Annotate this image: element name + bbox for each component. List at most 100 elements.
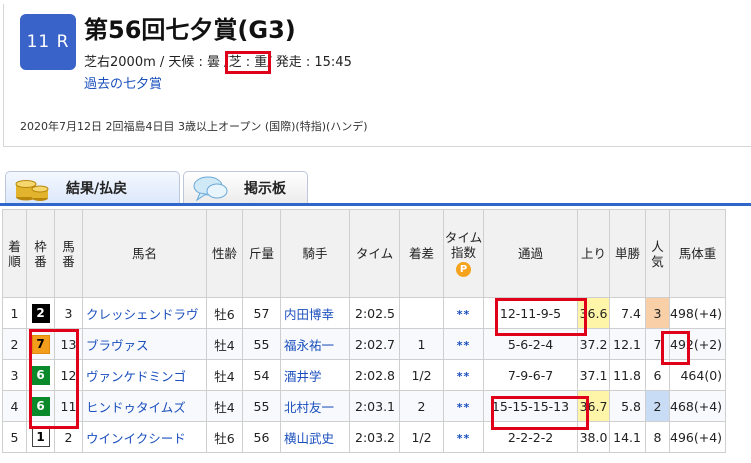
rank: 3 [2, 359, 27, 391]
umaban: 12 [54, 359, 83, 391]
time-index[interactable]: ** [443, 359, 484, 391]
popularity: 8 [645, 421, 670, 453]
rank: 5 [2, 421, 27, 453]
race-conditions: 芝右2000m / 天候 : 曇 /芝 : 重/ 発走 : 15:45 [84, 51, 352, 74]
kinryo: 55 [242, 328, 281, 360]
speech-bubble-icon [190, 174, 230, 202]
col-time-index: タイム 指数 P [443, 209, 484, 298]
col-last3f: 上り [577, 209, 610, 298]
horse-name-link[interactable]: ブラヴァス [82, 328, 207, 360]
col-margin: 着差 [399, 209, 444, 298]
rank: 4 [2, 390, 27, 422]
table-row: 4 6 11 ヒンドゥタイムズ 牡4 55 北村友一 2:03.1 2 ** 1… [2, 390, 727, 422]
sex-age: 牡4 [206, 328, 243, 360]
passing-order: 2-2-2-2 [483, 421, 578, 453]
col-horse-weight: 馬体重 [668, 209, 727, 298]
popularity: 2 [645, 390, 670, 422]
passing-order: 15-15-15-13 [483, 390, 578, 422]
horse-weight: 492(+2) [668, 328, 727, 360]
col-rank: 着順 [2, 209, 27, 298]
jockey-link[interactable]: 福永祐一 [280, 328, 350, 360]
tab-results-label: 結果/払戻 [66, 180, 128, 197]
horse-weight: 468(+4) [668, 390, 727, 422]
umaban: 3 [54, 297, 83, 329]
last-3f: 36.7 [577, 390, 610, 422]
table-row: 1 2 3 クレッシェンドラヴ 牡6 57 内田博幸 2:02.5 ** 12-… [2, 297, 727, 329]
odds: 11.8 [609, 359, 646, 391]
kinryo: 55 [242, 390, 281, 422]
time-index[interactable]: ** [443, 297, 484, 329]
popularity: 3 [645, 297, 670, 329]
col-waku: 枠番 [26, 209, 55, 298]
passing-order: 7-9-6-7 [483, 359, 578, 391]
race-title: 第56回七夕賞(G3) [84, 16, 296, 44]
race-number-badge: 11 R [20, 14, 76, 70]
kinryo: 56 [242, 421, 281, 453]
waku-badge: 2 [31, 303, 50, 323]
umaban: 2 [54, 421, 83, 453]
horse-name-link[interactable]: ヴァンケドミンゴ [82, 359, 207, 391]
finish-time: 2:02.8 [349, 359, 400, 391]
table-row: 5 1 2 ウインイクシード 牡6 56 横山武史 2:03.2 1/2 ** … [2, 421, 727, 453]
jockey-link[interactable]: 酒井学 [280, 359, 350, 391]
horse-weight: 496(+4) [668, 421, 727, 453]
odds: 14.1 [609, 421, 646, 453]
waku-cell: 1 [26, 421, 55, 453]
umaban: 11 [54, 390, 83, 422]
col-kinryo: 斤量 [242, 209, 281, 298]
race-start-time: / 発走 : 15:45 [267, 55, 352, 70]
waku-cell: 7 [26, 328, 55, 360]
col-passing: 通過 [483, 209, 578, 298]
time-index[interactable]: ** [443, 421, 484, 453]
horse-name-link[interactable]: ヒンドゥタイムズ [82, 390, 207, 422]
tab-board[interactable]: 掲示板 [183, 171, 308, 203]
rank: 1 [2, 297, 27, 329]
waku-badge: 1 [31, 427, 50, 447]
umaban: 13 [54, 328, 83, 360]
jockey-link[interactable]: 内田博幸 [280, 297, 350, 329]
table-header-row: 着順 枠番 馬番 馬名 性齢 斤量 騎手 タイム 着差 タイム 指数 P 通過 上り… [2, 209, 727, 298]
horse-weight: 498(+4) [668, 297, 727, 329]
finish-time: 2:03.1 [349, 390, 400, 422]
col-jockey: 騎手 [280, 209, 350, 298]
tab-results[interactable]: 結果/払戻 [5, 171, 180, 203]
sex-age: 牡4 [206, 359, 243, 391]
tab-board-label: 掲示板 [244, 180, 286, 197]
popularity: 7 [645, 328, 670, 360]
waku-badge: 7 [31, 334, 50, 354]
horse-name-link[interactable]: クレッシェンドラヴ [82, 297, 207, 329]
margin: 2 [399, 390, 444, 422]
waku-cell: 6 [26, 390, 55, 422]
time-index[interactable]: ** [443, 328, 484, 360]
table-row: 3 6 12 ヴァンケドミンゴ 牡4 54 酒井学 2:02.8 1/2 ** … [2, 359, 727, 391]
col-umaban: 馬番 [54, 209, 83, 298]
horse-name-link[interactable]: ウインイクシード [82, 421, 207, 453]
premium-badge-icon[interactable]: P [456, 262, 471, 277]
col-odds: 単勝 [609, 209, 646, 298]
finish-time: 2:02.5 [349, 297, 400, 329]
popularity: 6 [645, 359, 670, 391]
kinryo: 54 [242, 359, 281, 391]
jockey-link[interactable]: 北村友一 [280, 390, 350, 422]
race-course-weather: 芝右2000m / 天候 : 曇 / [84, 55, 229, 70]
odds: 5.8 [609, 390, 646, 422]
passing-order: 12-11-9-5 [483, 297, 578, 329]
coins-icon [12, 174, 52, 202]
margin: 1/2 [399, 421, 444, 453]
jockey-link[interactable]: 横山武史 [280, 421, 350, 453]
waku-cell: 2 [26, 297, 55, 329]
finish-time: 2:03.2 [349, 421, 400, 453]
col-popularity: 人気 [645, 209, 670, 298]
col-time: タイム [349, 209, 400, 298]
margin: 1/2 [399, 359, 444, 391]
past-races-link[interactable]: 過去の七夕賞 [84, 73, 162, 92]
horse-weight: 464(0) [668, 359, 727, 391]
results-table: 着順 枠番 馬番 馬名 性齢 斤量 騎手 タイム 着差 タイム 指数 P 通過 上り… [2, 209, 727, 453]
odds: 12.1 [609, 328, 646, 360]
track-condition: 芝 : 重 [224, 51, 272, 74]
time-index[interactable]: ** [443, 390, 484, 422]
passing-order: 5-6-2-4 [483, 328, 578, 360]
rank: 2 [2, 328, 27, 360]
odds: 7.4 [609, 297, 646, 329]
tab-bar: 結果/払戻 掲示板 [0, 171, 751, 206]
